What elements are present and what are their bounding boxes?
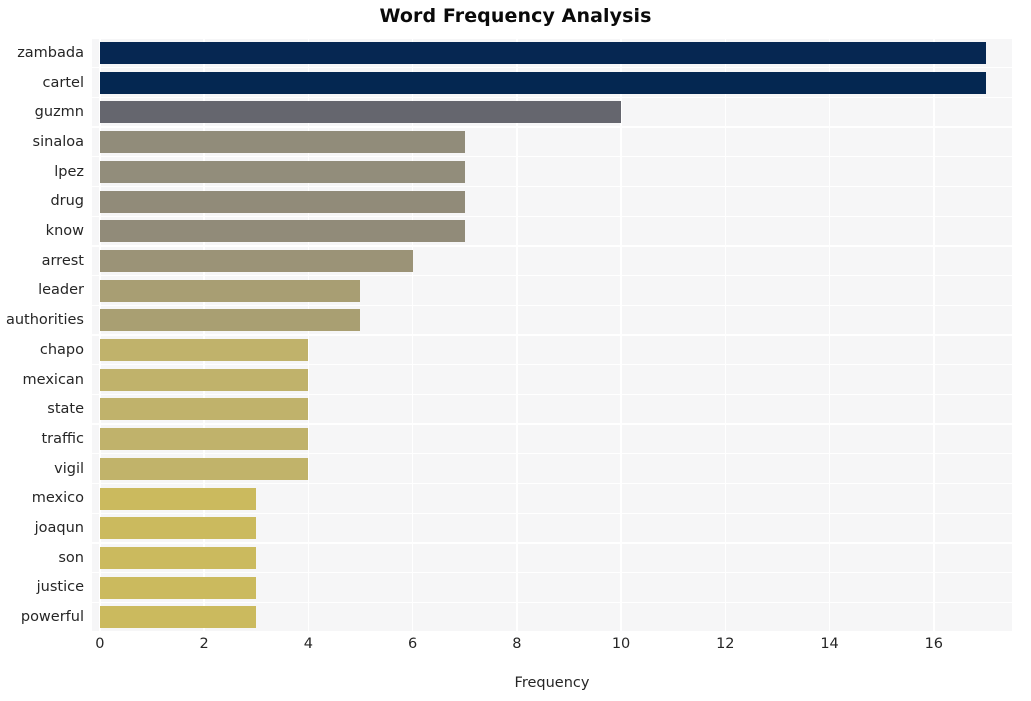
bar-mexican[interactable] — [99, 368, 309, 391]
bar-know[interactable] — [99, 220, 465, 243]
plot-area — [92, 37, 1012, 633]
x-tick-label: 10 — [611, 636, 631, 652]
bar-row — [92, 365, 1012, 395]
bar-row — [92, 216, 1012, 246]
bar-powerful[interactable] — [99, 606, 257, 629]
bar-row — [92, 335, 1012, 365]
x-tick-label: 8 — [512, 636, 522, 652]
x-tick-label: 6 — [407, 636, 418, 652]
bar-guzmn[interactable] — [99, 101, 622, 124]
bar-row — [92, 187, 1012, 217]
bar-justice[interactable] — [99, 576, 257, 599]
bar-authorities[interactable] — [99, 309, 361, 332]
y-tick-label: authorities — [5, 312, 84, 329]
bar-joaqun[interactable] — [99, 517, 257, 540]
y-tick-label: sinaloa — [32, 133, 84, 150]
chart-title: Word Frequency Analysis — [379, 5, 652, 27]
bar-row — [92, 246, 1012, 276]
y-tick-label: joaqun — [34, 520, 84, 537]
bar-row — [92, 513, 1012, 543]
bar-arrest[interactable] — [99, 249, 413, 272]
y-tick-label: cartel — [42, 74, 84, 91]
y-tick-label: mexico — [31, 490, 84, 507]
y-tick-label: know — [45, 223, 84, 240]
x-tick-label: 0 — [95, 636, 105, 652]
y-tick-label: zambada — [17, 44, 84, 61]
y-tick-label: powerful — [20, 609, 84, 626]
y-tick-label: lpez — [54, 163, 84, 180]
bar-row — [92, 573, 1012, 603]
bar-row — [92, 394, 1012, 424]
y-tick-label: mexican — [22, 371, 84, 388]
x-tick-label: 14 — [820, 636, 839, 652]
y-tick-label: leader — [38, 282, 84, 299]
bar-row — [92, 424, 1012, 454]
bar-leader[interactable] — [99, 279, 361, 302]
bar-traffic[interactable] — [99, 428, 309, 451]
chart-figure: Word Frequency Analysis zambada cartel guz… — [0, 0, 1031, 701]
bar-row — [92, 68, 1012, 98]
bar-row — [92, 305, 1012, 335]
y-tick-label: traffic — [41, 430, 84, 447]
x-tick-label: 12 — [716, 636, 735, 652]
y-tick-label: arrest — [41, 252, 84, 269]
y-tick-label: chapo — [39, 341, 84, 358]
bar-vigil[interactable] — [99, 457, 309, 480]
bar-row — [92, 97, 1012, 127]
y-tick-label: guzmn — [34, 104, 84, 121]
bar-row — [92, 157, 1012, 187]
bar-row — [92, 602, 1012, 632]
y-tick-label: justice — [36, 579, 84, 596]
y-tick-label: drug — [50, 193, 84, 210]
bar-lpez[interactable] — [99, 160, 465, 183]
y-tick-label: vigil — [54, 460, 84, 477]
bar-row — [92, 543, 1012, 573]
x-tick-label: 2 — [199, 636, 209, 652]
bar-mexico[interactable] — [99, 487, 257, 510]
bar-drug[interactable] — [99, 190, 465, 213]
y-axis-tick-labels: zambada cartel guzmn sinaloa lpez drug know arr… — [0, 38, 84, 632]
bar-chapo[interactable] — [99, 339, 309, 361]
bar-cartel[interactable] — [99, 71, 986, 94]
bar-zambada[interactable] — [99, 42, 986, 64]
x-axis-label: Frequency — [514, 675, 590, 691]
x-axis-tick-labels: 0 2 4 6 8 10 12 14 16 — [0, 637, 1031, 663]
bar-son[interactable] — [99, 546, 257, 569]
bar-row — [92, 38, 1012, 68]
x-tick-label: 16 — [924, 636, 944, 652]
bar-row — [92, 454, 1012, 484]
bar-row — [92, 127, 1012, 157]
y-tick-label: state — [47, 401, 84, 418]
x-tick-label: 4 — [303, 636, 313, 652]
bar-sinaloa[interactable] — [99, 131, 465, 154]
y-tick-label: son — [58, 549, 84, 566]
bar-row — [92, 484, 1012, 514]
bar-row — [92, 276, 1012, 306]
bar-state[interactable] — [99, 398, 309, 421]
